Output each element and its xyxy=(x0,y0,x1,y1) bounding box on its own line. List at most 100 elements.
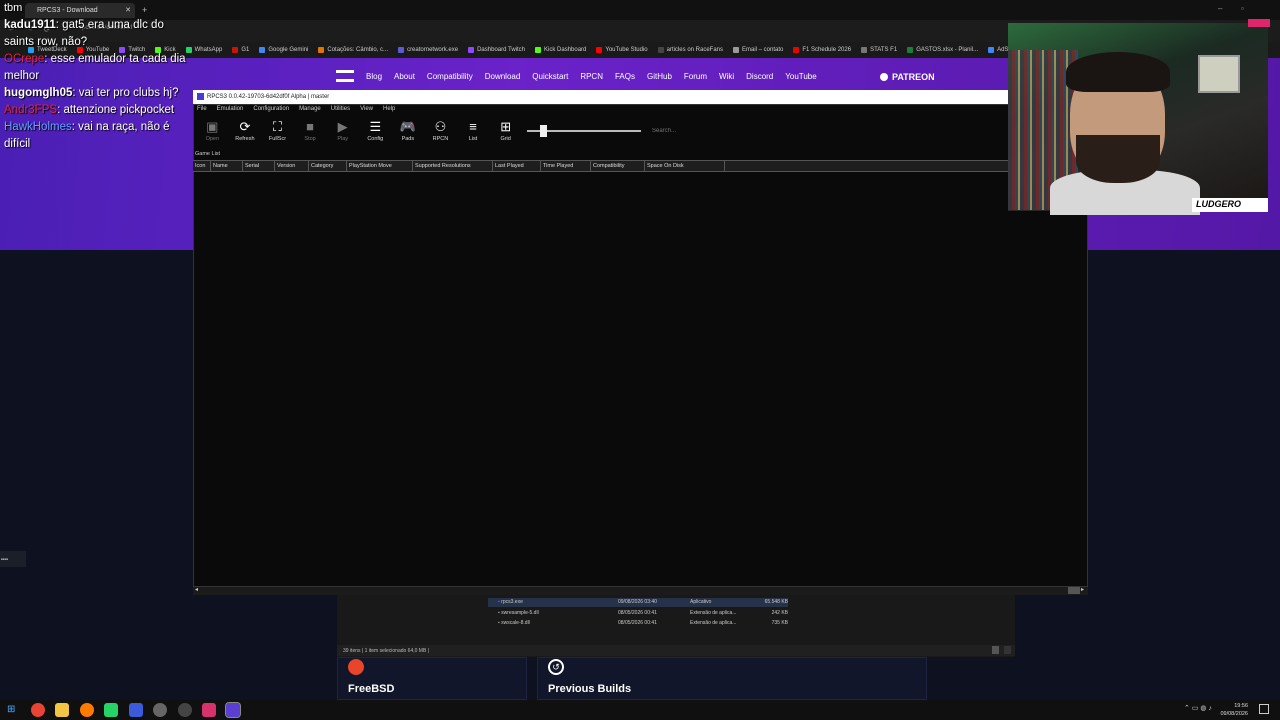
site-nav-compatibility[interactable]: Compatibility xyxy=(427,72,473,81)
refresh-button[interactable]: ⟳ Refresh xyxy=(229,118,262,146)
bookmark-item[interactable]: F1 Schedule 2026 xyxy=(793,47,851,53)
column-header[interactable]: Time Played xyxy=(541,161,591,171)
stop-button[interactable]: ■ Stop xyxy=(294,118,327,146)
column-header[interactable]: Last Played xyxy=(493,161,541,171)
config-button[interactable]: ☰ Config xyxy=(359,118,392,146)
whatsapp-icon[interactable] xyxy=(104,703,118,717)
bookmark-item[interactable]: Email – contato xyxy=(733,47,783,53)
search-input[interactable] xyxy=(652,128,732,134)
site-nav-rpcn[interactable]: RPCN xyxy=(580,72,603,81)
menu-utilities[interactable]: Utilities xyxy=(331,106,350,112)
minimize-icon[interactable]: – xyxy=(1218,4,1222,13)
file-name-text: rpcs3.exe xyxy=(501,599,523,605)
maximize-icon[interactable]: ▫ xyxy=(1241,4,1244,13)
bookmark-label: articles on RaceFans xyxy=(666,47,723,53)
menu-manage[interactable]: Manage xyxy=(299,106,321,112)
column-header[interactable]: Version xyxy=(275,161,309,171)
bookmark-item[interactable]: Kick Dashboard xyxy=(535,47,586,53)
obs-icon[interactable] xyxy=(80,703,94,717)
patreon-label: PATREON xyxy=(892,72,935,82)
tray-icons[interactable]: ⌃ ▭ ◍ ♪ xyxy=(1184,704,1212,712)
start-icon[interactable]: ⊞ xyxy=(7,704,15,715)
app-icon[interactable] xyxy=(129,703,143,717)
bookmark-label: Email – contato xyxy=(742,47,784,53)
bookmark-item[interactable]: G1 xyxy=(232,47,249,53)
menu-help[interactable]: Help xyxy=(383,106,395,112)
webcam-person-hair xyxy=(1066,52,1170,92)
tiles-view-icon[interactable] xyxy=(1004,646,1011,654)
column-header[interactable]: Supported Resolutions xyxy=(413,161,493,171)
column-header[interactable]: Compatibility xyxy=(591,161,645,171)
list-button[interactable]: ≡ List xyxy=(457,118,490,146)
column-header[interactable]: Category xyxy=(309,161,347,171)
bookmark-item[interactable]: creatornetwork.exe xyxy=(398,47,458,53)
app-icon[interactable] xyxy=(178,703,192,717)
slider-handle[interactable] xyxy=(540,125,547,137)
bookmark-item[interactable]: Dashboard Twitch xyxy=(468,47,525,53)
site-nav-about[interactable]: About xyxy=(394,72,415,81)
patreon-button[interactable]: PATREON xyxy=(880,72,935,82)
column-header[interactable]: Space On Disk xyxy=(645,161,725,171)
rpcs3-taskbar-icon[interactable] xyxy=(225,702,241,718)
column-header[interactable]: Serial xyxy=(243,161,275,171)
fullscr-button[interactable]: ⛶ FullScr xyxy=(261,118,294,146)
menu-emulation[interactable]: Emulation xyxy=(217,106,244,112)
patreon-icon xyxy=(880,73,888,81)
bookmark-item[interactable]: YouTube Studio xyxy=(596,47,648,53)
scroll-right-icon[interactable]: ▸ xyxy=(1081,586,1084,593)
file-row[interactable]: ▪ swscale-8.dll 08/05/2026 00:41 Extensão … xyxy=(488,620,788,626)
scrollbar-thumb[interactable] xyxy=(1068,587,1080,594)
bookmark-icon xyxy=(535,47,542,53)
chrome-icon[interactable] xyxy=(31,703,45,717)
app-icon[interactable] xyxy=(202,703,216,717)
menu-configuration[interactable]: Configuration xyxy=(253,106,289,112)
file-row[interactable]: ▪ rpcs3.exe 09/08/2026 03:40 Aplicativo 65.… xyxy=(488,599,788,605)
bookmark-item[interactable]: Cotações: Câmbio, c... xyxy=(318,47,388,53)
chat-username: Andr3FPS xyxy=(4,104,58,116)
site-nav-blog[interactable]: Blog xyxy=(366,72,382,81)
freebsd-label: FreeBSD xyxy=(348,683,395,695)
details-view-icon[interactable] xyxy=(992,646,999,654)
column-header[interactable]: Name xyxy=(211,161,243,171)
bookmark-icon xyxy=(468,47,475,53)
system-clock[interactable]: 19:56 09/08/2026 xyxy=(1220,702,1248,718)
file-size: 242 KB xyxy=(771,609,788,616)
notification-icon[interactable] xyxy=(1259,704,1269,714)
play-button[interactable]: ▶ Play xyxy=(326,118,359,146)
bookmark-label: Google Gemini xyxy=(268,47,309,53)
rpcn-icon: ⚇ xyxy=(434,119,447,134)
column-header[interactable]: PlayStation Move xyxy=(347,161,413,171)
bookmark-item[interactable]: STATS F1 xyxy=(861,47,897,53)
open-button[interactable]: ▣ Open xyxy=(196,118,229,146)
site-nav-faqs[interactable]: FAQs xyxy=(615,72,635,81)
file-date: 08/05/2026 00:41 xyxy=(618,620,657,626)
site-nav-quickstart[interactable]: Quickstart xyxy=(532,72,568,81)
site-nav-forum[interactable]: Forum xyxy=(684,72,707,81)
rpcs3-window xyxy=(193,104,1088,595)
file-row[interactable]: ▪ swresample-5.dll 08/05/2026 00:41 Extens… xyxy=(488,610,788,616)
site-nav-wiki[interactable]: Wiki xyxy=(719,72,734,81)
grid-button[interactable]: ⊞ Grid xyxy=(489,118,522,146)
chat-message: hugomglh05: vai ter pro clubs hj? xyxy=(4,85,196,102)
pads-button[interactable]: 🎮 Pads xyxy=(392,118,425,146)
file-explorer-icon[interactable] xyxy=(55,703,69,717)
gamepad-icon: 🎮 xyxy=(399,119,416,134)
scroll-left-icon[interactable]: ◂ xyxy=(195,586,198,593)
rpcs3-logo-icon[interactable] xyxy=(336,70,354,82)
bookmark-item[interactable]: Google Gemini xyxy=(259,47,308,53)
menu-file[interactable]: File xyxy=(197,106,207,112)
bookmark-item[interactable]: GASTOS.xlsx - Planil... xyxy=(907,47,978,53)
site-nav-github[interactable]: GitHub xyxy=(647,72,672,81)
horizontal-scrollbar[interactable] xyxy=(193,586,1088,595)
rpcn-button[interactable]: ⚇ RPCN xyxy=(424,118,457,146)
bookmark-item[interactable]: articles on RaceFans xyxy=(657,47,723,53)
previous-builds-label: Previous Builds xyxy=(548,683,632,695)
column-header[interactable]: Icon xyxy=(193,161,211,171)
site-nav-discord[interactable]: Discord xyxy=(746,72,773,81)
menu-view[interactable]: View xyxy=(360,106,373,112)
site-nav-download[interactable]: Download xyxy=(485,72,521,81)
steam-icon[interactable] xyxy=(153,703,167,717)
clock-date: 09/08/2026 xyxy=(1220,711,1248,717)
site-nav-youtube[interactable]: YouTube xyxy=(785,72,816,81)
refresh-icon: ⟳ xyxy=(239,119,251,134)
